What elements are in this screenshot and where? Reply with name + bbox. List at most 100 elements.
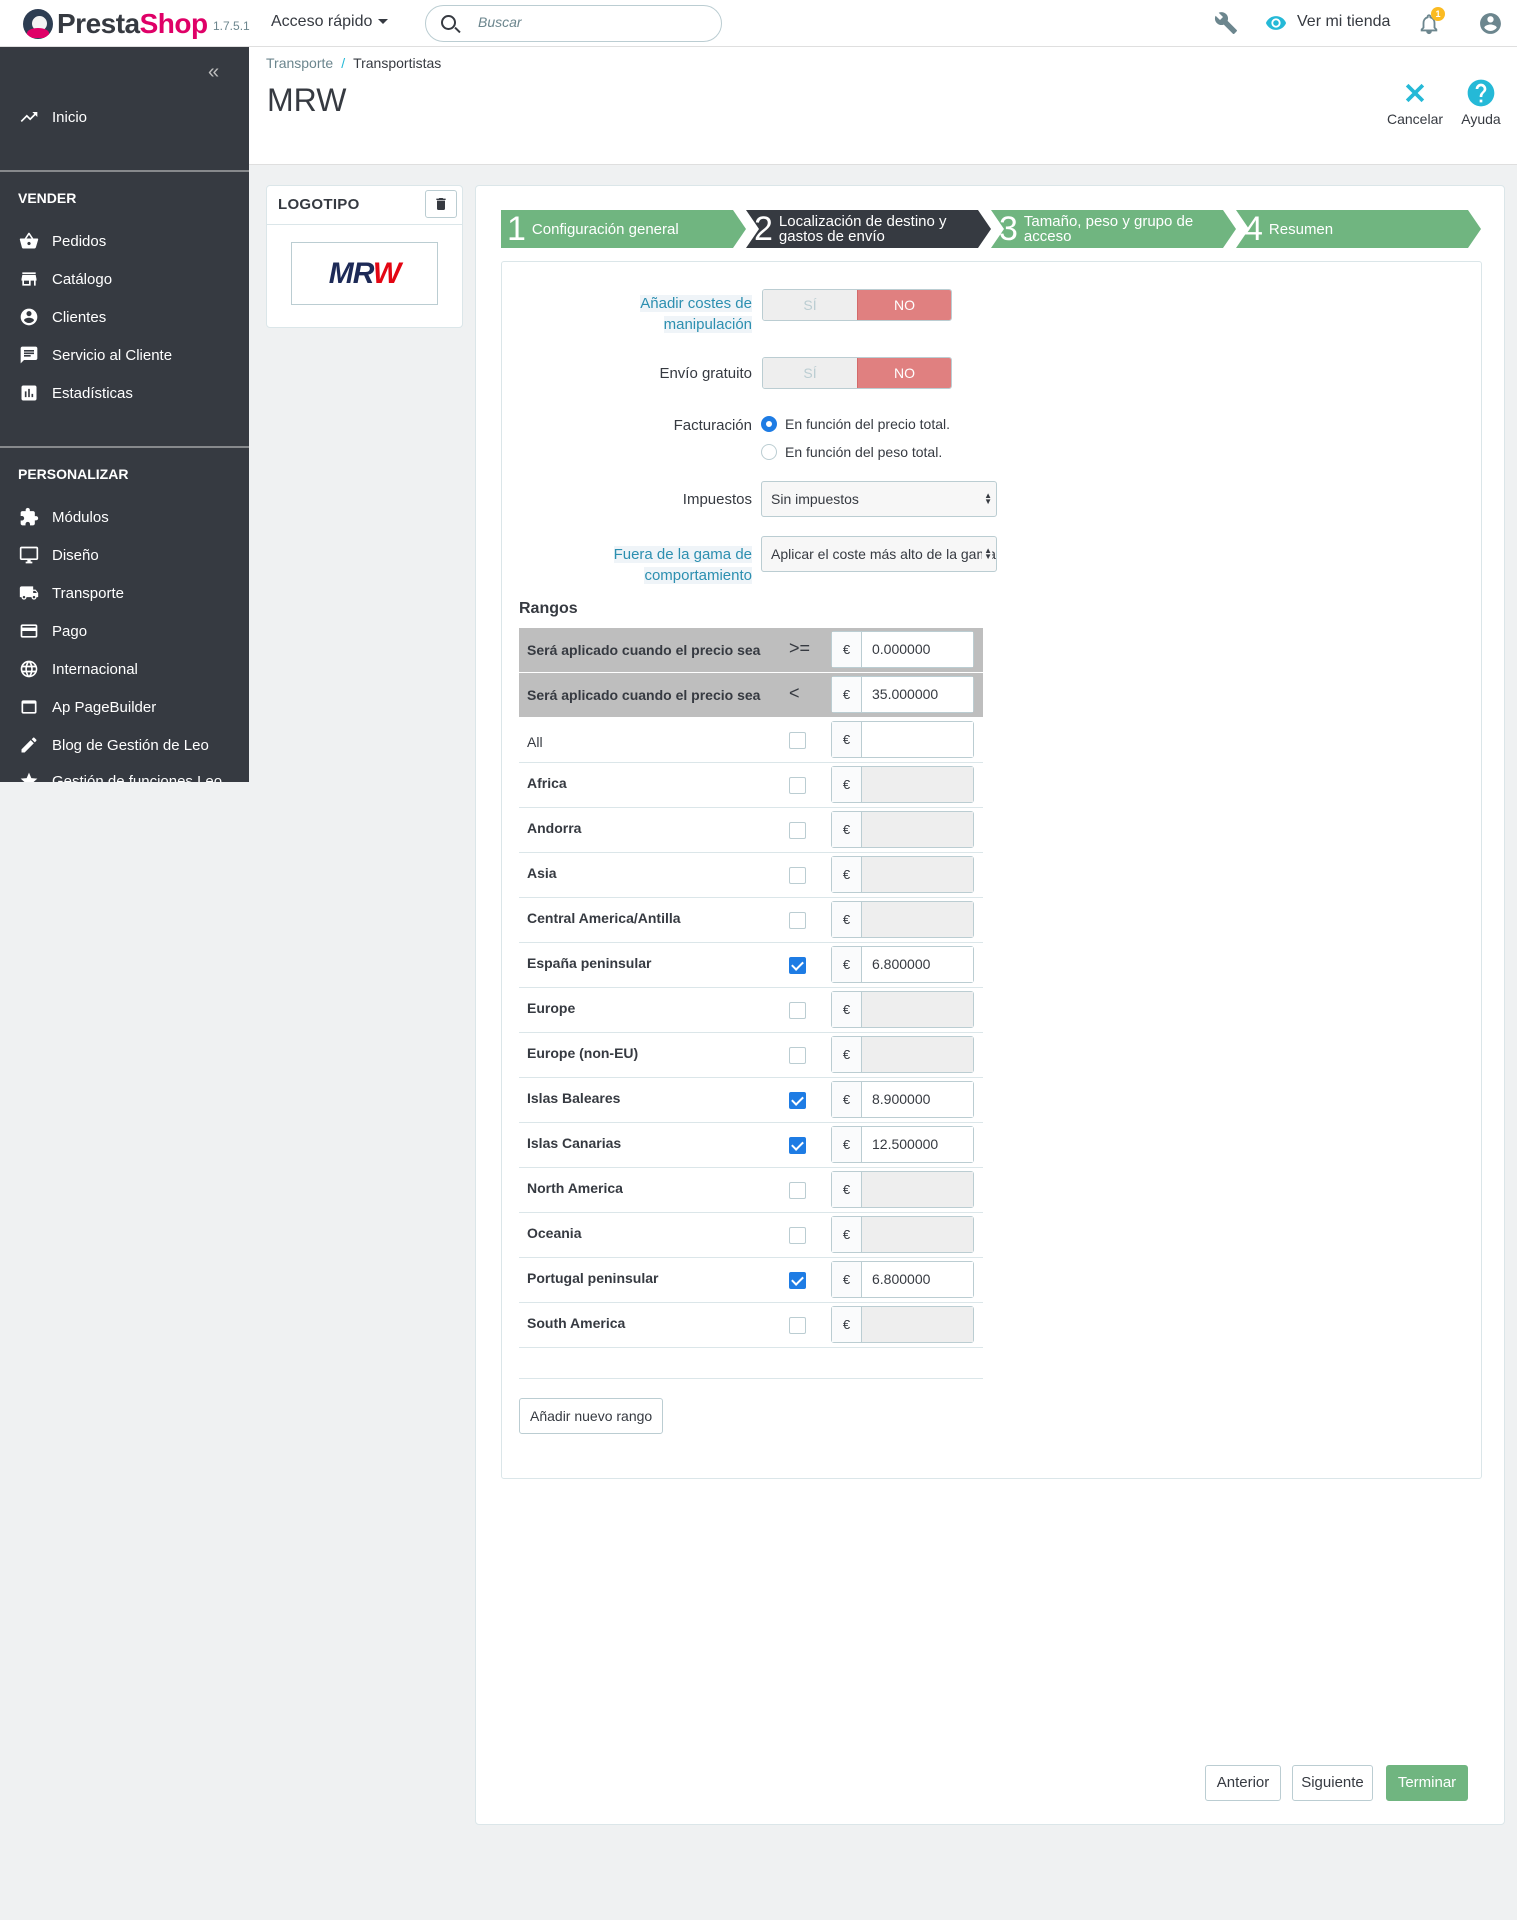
quick-access-dropdown[interactable]: Acceso rápido [271, 13, 389, 31]
zone-checkbox[interactable] [789, 957, 806, 974]
zone-price-value[interactable] [862, 722, 973, 757]
zone-price-value[interactable] [862, 767, 973, 802]
cancel-button[interactable]: Cancelar [1383, 75, 1447, 127]
handling-costs-switch[interactable]: SÍ NO [762, 289, 952, 321]
step-2[interactable]: 2 Localización de destino y gastos de en… [746, 210, 991, 248]
zone-price-value[interactable]: 8.900000 [862, 1082, 973, 1117]
zone-price-input[interactable]: € [831, 901, 974, 938]
eye-icon[interactable] [1265, 12, 1287, 34]
previous-button[interactable]: Anterior [1205, 1765, 1281, 1801]
tax-select[interactable]: Sin impuestos ▲ ▼ [761, 481, 997, 517]
billing-option-price[interactable]: En función del precio total. [761, 416, 950, 432]
zone-price-input[interactable]: € [831, 1171, 974, 1208]
zone-checkbox[interactable] [789, 732, 806, 749]
zone-checkbox[interactable] [789, 1002, 806, 1019]
step-1[interactable]: 1 Configuración general [501, 210, 746, 248]
zone-price-input[interactable]: € [831, 766, 974, 803]
zone-checkbox[interactable] [789, 1227, 806, 1244]
sidebar-item-catalogo[interactable]: Catálogo [18, 267, 112, 291]
search-box[interactable] [425, 5, 722, 42]
delete-logo-button[interactable] [425, 190, 457, 218]
zone-checkbox[interactable] [789, 1047, 806, 1064]
user-account-icon[interactable] [1478, 11, 1503, 36]
range-lower-value[interactable]: 0.000000 [862, 632, 973, 667]
finish-button[interactable]: Terminar [1386, 1765, 1468, 1801]
sidebar-item-servicio-cliente[interactable]: Servicio al Cliente [18, 343, 172, 367]
sidebar-item-blog-leo[interactable]: Blog de Gestión de Leo [18, 733, 209, 757]
sidebar-item-diseno[interactable]: Diseño [18, 543, 99, 567]
zone-checkbox[interactable] [789, 1092, 806, 1109]
out-of-range-select[interactable]: Aplicar el coste más alto de la gama def… [761, 536, 997, 572]
zone-price-value[interactable]: 6.800000 [862, 947, 973, 982]
free-switch-no[interactable]: NO [857, 358, 951, 388]
zone-price-value[interactable] [862, 857, 973, 892]
zone-price-input[interactable]: € [831, 1036, 974, 1073]
free-switch-yes[interactable]: SÍ [763, 358, 857, 388]
collapse-sidebar-icon[interactable]: « [208, 61, 219, 84]
sidebar-item-modulos[interactable]: Módulos [18, 505, 109, 529]
sidebar-item-pedidos[interactable]: Pedidos [18, 229, 106, 253]
zone-price-input[interactable]: € [831, 721, 974, 758]
billing-option-weight[interactable]: En función del peso total. [761, 444, 942, 460]
sidebar-item-clientes[interactable]: Clientes [18, 305, 106, 329]
zone-row: España peninsular €6.800000 [519, 943, 983, 988]
zone-price-input[interactable]: €12.500000 [831, 1126, 974, 1163]
prestashop-logo[interactable]: PrestaShop [23, 8, 208, 40]
zone-price-input[interactable]: € [831, 811, 974, 848]
zone-price-value[interactable] [862, 902, 973, 937]
zone-row: All € [519, 718, 983, 763]
currency-addon: € [832, 677, 862, 712]
sidebar-item-pago[interactable]: Pago [18, 619, 87, 643]
radio-checked[interactable] [761, 416, 777, 432]
help-button[interactable]: Ayuda [1456, 75, 1506, 127]
zone-checkbox[interactable] [789, 912, 806, 929]
zone-price-input[interactable]: € [831, 1306, 974, 1343]
step-3[interactable]: 3 Tamaño, peso y grupo de acceso [991, 210, 1236, 248]
zone-price-value[interactable] [862, 1172, 973, 1207]
zone-price-input[interactable]: € [831, 991, 974, 1028]
zone-price-value[interactable] [862, 812, 973, 847]
radio-unchecked[interactable] [761, 444, 777, 460]
sidebar-item-gestion-leo[interactable]: Gestión de funciones Leo [18, 769, 222, 782]
zone-checkbox[interactable] [789, 1182, 806, 1199]
puzzle-icon [18, 507, 40, 527]
zone-price-value[interactable]: 12.500000 [862, 1127, 973, 1162]
zone-price-value[interactable] [862, 1217, 973, 1252]
zone-checkbox[interactable] [789, 1317, 806, 1334]
zone-price-value[interactable] [862, 1037, 973, 1072]
zone-price-input[interactable]: € [831, 856, 974, 893]
range-upper-value[interactable]: 35.000000 [862, 677, 973, 712]
range-upper-operator: < [789, 683, 800, 703]
zone-checkbox[interactable] [789, 777, 806, 794]
sidebar-item-label: Pago [52, 622, 88, 640]
zone-price-value[interactable]: 6.800000 [862, 1262, 973, 1297]
sidebar-item-transporte[interactable]: Transporte [18, 581, 124, 605]
sidebar-item-inicio[interactable]: Inicio [18, 105, 87, 129]
zone-checkbox[interactable] [789, 822, 806, 839]
zone-price-value[interactable] [862, 992, 973, 1027]
range-lower-input[interactable]: € 0.000000 [831, 631, 974, 668]
zone-checkbox[interactable] [789, 1137, 806, 1154]
sidebar-item-estadisticas[interactable]: Estadísticas [18, 381, 133, 405]
handling-switch-yes[interactable]: SÍ [763, 290, 857, 320]
step-4[interactable]: 4 Resumen [1236, 210, 1481, 248]
zone-row: Africa € [519, 763, 983, 808]
wrench-icon[interactable] [1214, 11, 1238, 35]
zone-price-input[interactable]: €8.900000 [831, 1081, 974, 1118]
range-upper-input[interactable]: € 35.000000 [831, 676, 974, 713]
zone-price-value[interactable] [862, 1307, 973, 1342]
next-button[interactable]: Siguiente [1292, 1765, 1373, 1801]
zone-price-input[interactable]: €6.800000 [831, 946, 974, 983]
zone-price-input[interactable]: € [831, 1216, 974, 1253]
breadcrumb-parent[interactable]: Transporte [266, 55, 333, 71]
zone-checkbox[interactable] [789, 867, 806, 884]
handling-switch-no[interactable]: NO [857, 290, 951, 320]
search-input[interactable] [478, 14, 708, 30]
sidebar-item-ap-pagebuilder[interactable]: Ap PageBuilder [18, 695, 156, 719]
free-shipping-switch[interactable]: SÍ NO [762, 357, 952, 389]
zone-price-input[interactable]: €6.800000 [831, 1261, 974, 1298]
add-range-button[interactable]: Añadir nuevo rango [519, 1398, 664, 1434]
sidebar-item-internacional[interactable]: Internacional [18, 657, 138, 681]
zone-checkbox[interactable] [789, 1272, 806, 1289]
view-store-link[interactable]: Ver mi tienda [1297, 13, 1390, 31]
